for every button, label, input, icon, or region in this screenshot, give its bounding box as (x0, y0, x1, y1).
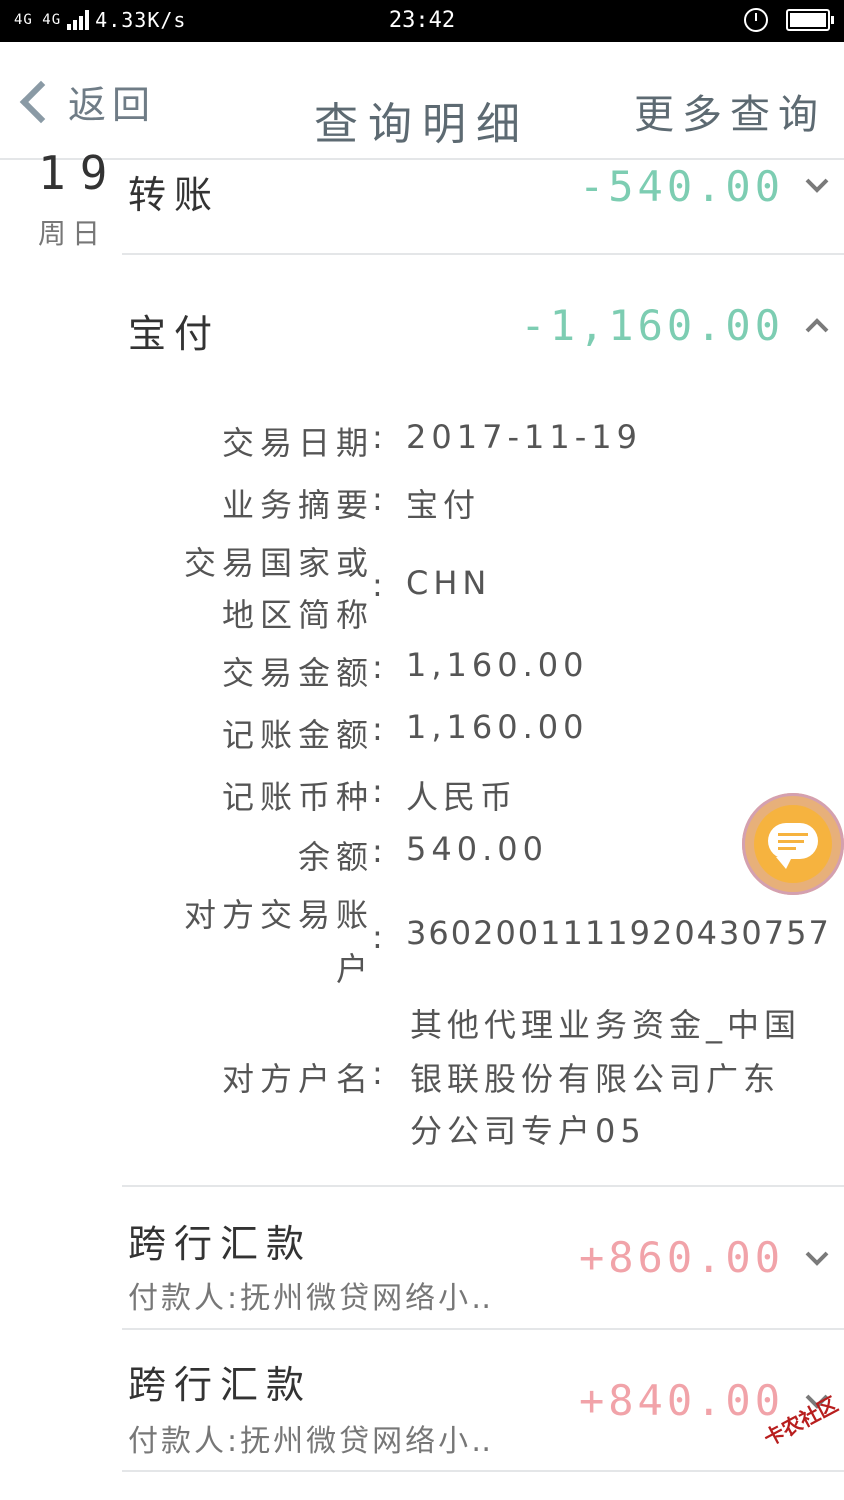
transaction-row[interactable]: 转账 -540.00 (122, 158, 844, 255)
detail-value: 540.00 (406, 830, 548, 868)
detail-value: 宝付 (406, 486, 481, 524)
chevron-down-icon[interactable] (804, 172, 830, 198)
detail-label: 对方交易账 (183, 896, 374, 934)
detail-colon: : (372, 710, 383, 748)
detail-colon: : (372, 1054, 383, 1092)
detail-colon: : (372, 418, 383, 456)
status-right (744, 8, 834, 32)
date-day: 19 (38, 146, 122, 200)
chat-bubble-icon (768, 823, 818, 869)
detail-value: 其他代理业务资金_中国 (410, 1006, 802, 1044)
transaction-title: 转账 (128, 173, 221, 217)
detail-label: 余额 (297, 838, 374, 876)
detail-label: 户 (335, 950, 374, 988)
watermark-logo: 卡农社区 (744, 1392, 844, 1488)
date-weekday: 周日 (38, 217, 107, 250)
detail-value: 分公司专户05 (410, 1112, 646, 1150)
detail-colon: : (372, 566, 383, 604)
detail-label: 记账币种 (221, 778, 374, 816)
status-bar: 4G 4G 4.33K/s 23:42 (0, 0, 844, 42)
transaction-title: 跨行汇款 (128, 1363, 313, 1407)
detail-value: 人民币 (406, 778, 518, 816)
chat-float-button[interactable] (742, 793, 844, 895)
date-group: 19 周日 (38, 150, 121, 252)
detail-value: 1,160.00 (406, 646, 589, 684)
detail-colon: : (372, 648, 383, 686)
detail-label: 交易国家或 (183, 544, 374, 582)
alarm-icon (744, 8, 768, 32)
chat-float-inner (754, 805, 832, 883)
chevron-down-icon[interactable] (804, 1245, 830, 1271)
more-query-button[interactable]: 更多查询 (634, 82, 826, 140)
detail-value: 银联股份有限公司广东 (410, 1060, 781, 1098)
status-time: 23:42 (388, 8, 456, 33)
chevron-up-icon[interactable] (804, 313, 830, 339)
detail-colon: : (372, 480, 383, 518)
nav-header: 返回 查询明细 更多查询 (0, 42, 844, 160)
detail-colon: : (372, 918, 383, 956)
transaction-title: 跨行汇款 (128, 1222, 313, 1266)
transaction-amount: -1,160.00 (520, 301, 784, 350)
transaction-row[interactable]: 跨行汇款 付款人:抚州微贷网络小‥ +840.00 (122, 1330, 844, 1472)
detail-value: CHN (406, 564, 492, 602)
detail-label: 交易金额 (221, 654, 374, 692)
detail-colon: : (372, 832, 383, 870)
transaction-amount: -540.00 (578, 162, 784, 211)
detail-value: 1,160.00 (406, 708, 589, 746)
detail-colon: : (372, 772, 383, 810)
transaction-title: 宝付 (128, 312, 221, 356)
detail-label: 地区简称 (221, 596, 374, 634)
detail-value: 3602001111920430757 (406, 914, 831, 952)
transaction-row[interactable]: 跨行汇款 付款人:抚州微贷网络小‥ +860.00 (122, 1187, 844, 1330)
transaction-subtitle: 付款人:抚州微贷网络小‥ (128, 1424, 495, 1459)
detail-label: 记账金额 (221, 716, 374, 754)
detail-value: 2017-11-19 (406, 418, 642, 456)
transaction-amount: +860.00 (578, 1233, 784, 1282)
detail-label: 业务摘要 (221, 486, 374, 524)
battery-icon (786, 9, 834, 31)
transaction-subtitle: 付款人:抚州微贷网络小‥ (128, 1281, 495, 1316)
detail-label: 对方户名 (221, 1060, 374, 1098)
detail-label: 交易日期 (221, 424, 374, 462)
